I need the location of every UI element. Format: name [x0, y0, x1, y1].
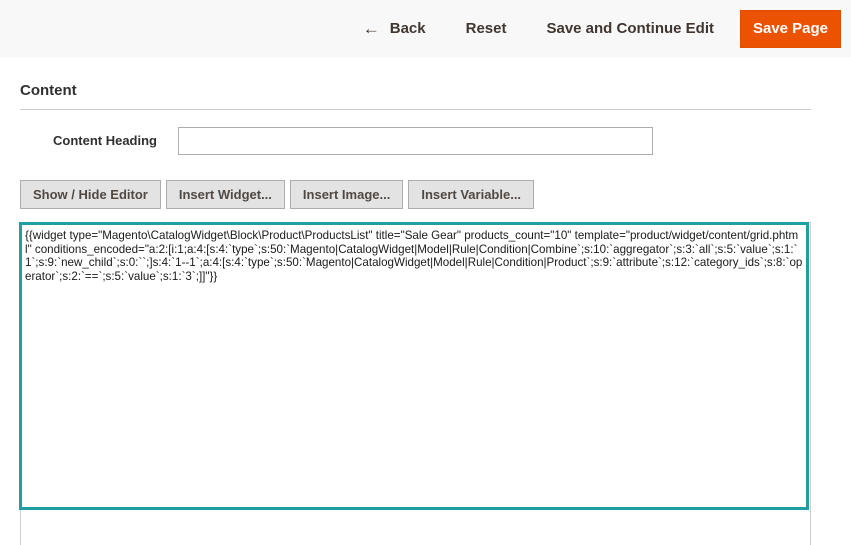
page-actions: ← Back Reset Save and Continue Edit Save… — [343, 0, 851, 57]
show-hide-editor-button[interactable]: Show / Hide Editor — [20, 180, 161, 209]
content-heading-label: Content Heading — [53, 133, 157, 148]
save-page-button[interactable]: Save Page — [740, 9, 841, 48]
reset-button[interactable]: Reset — [446, 10, 527, 48]
save-and-continue-button[interactable]: Save and Continue Edit — [526, 10, 734, 48]
insert-variable-button[interactable]: Insert Variable... — [408, 180, 535, 209]
back-label: Back — [389, 20, 426, 37]
section-divider — [20, 109, 811, 110]
back-button[interactable]: ← Back — [343, 10, 446, 48]
insert-image-button[interactable]: Insert Image... — [289, 180, 404, 209]
content-heading-input[interactable] — [178, 127, 653, 155]
content-editor-textarea[interactable]: {{widget type="Magento\CatalogWidget\Blo… — [19, 222, 809, 510]
arrow-left-icon: ← — [362, 18, 380, 38]
editor-toolbar: Show / Hide Editor Insert Widget... Inse… — [20, 180, 539, 209]
section-title[interactable]: Content — [20, 82, 77, 99]
insert-widget-button[interactable]: Insert Widget... — [165, 180, 285, 209]
page-actions-bar: ← Back Reset Save and Continue Edit Save… — [0, 0, 851, 57]
